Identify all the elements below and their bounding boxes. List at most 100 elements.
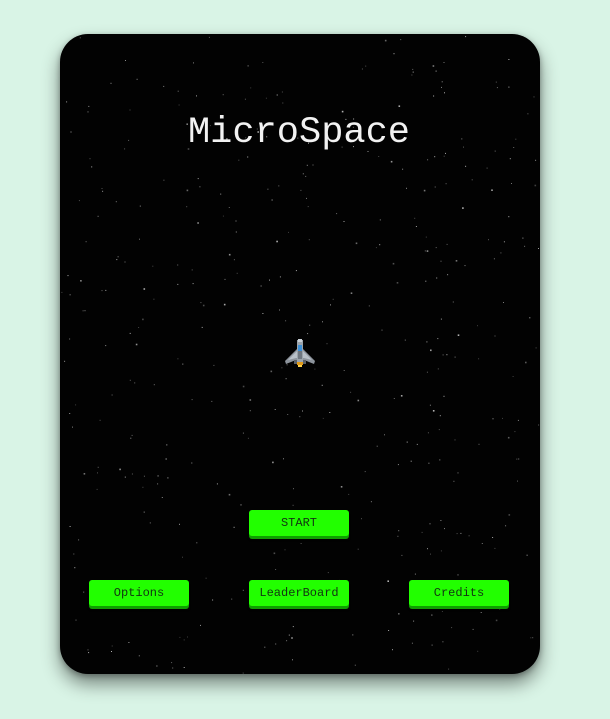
star [426, 250, 429, 252]
star [431, 614, 433, 616]
star [78, 200, 80, 202]
star [532, 637, 534, 639]
star [201, 326, 203, 328]
star [61, 291, 63, 293]
star [96, 488, 98, 490]
star [396, 282, 399, 284]
star [193, 62, 194, 64]
star [260, 285, 262, 287]
star [293, 488, 294, 490]
star [235, 220, 237, 222]
star [208, 36, 210, 38]
star [183, 639, 185, 641]
star [339, 607, 340, 609]
star [179, 636, 181, 638]
star [397, 535, 399, 537]
star [457, 472, 459, 474]
star [477, 650, 479, 652]
star [66, 101, 68, 103]
star [172, 667, 174, 669]
star [437, 368, 439, 370]
star [288, 231, 289, 233]
star [426, 341, 428, 343]
star [398, 530, 400, 532]
star [64, 360, 66, 362]
star [224, 278, 226, 280]
star [186, 206, 188, 208]
star [444, 528, 445, 530]
star [486, 167, 488, 169]
star [308, 239, 310, 241]
star [441, 86, 442, 88]
star [250, 87, 252, 89]
star [434, 156, 436, 158]
star [427, 548, 428, 550]
star [233, 259, 235, 261]
star [111, 651, 112, 652]
star [143, 475, 145, 477]
star [471, 179, 473, 181]
star [292, 659, 293, 661]
star [401, 554, 403, 556]
star [440, 520, 442, 521]
star [105, 345, 107, 347]
star [454, 356, 456, 358]
star [435, 247, 437, 249]
star [398, 105, 401, 107]
star [111, 645, 113, 647]
star [91, 166, 93, 168]
star [379, 219, 381, 221]
star [425, 280, 427, 282]
star [440, 318, 442, 320]
star [117, 256, 119, 258]
star [292, 626, 294, 628]
star [443, 155, 445, 157]
star [357, 548, 359, 550]
star [437, 338, 439, 340]
star [99, 419, 101, 421]
star [443, 62, 445, 63]
star [135, 343, 138, 346]
star [445, 183, 447, 185]
star [67, 275, 69, 277]
star [262, 62, 264, 63]
star [322, 321, 323, 323]
star [455, 260, 458, 262]
star [381, 329, 383, 331]
star [138, 655, 140, 657]
leaderboard-button[interactable]: LeaderBoard [249, 580, 349, 606]
star [130, 437, 132, 439]
star [83, 473, 86, 475]
star [493, 258, 495, 260]
star [414, 217, 416, 219]
star [427, 159, 429, 161]
star [97, 472, 98, 474]
star [411, 642, 413, 644]
star [400, 395, 403, 397]
star [429, 404, 431, 406]
star [441, 81, 443, 83]
star [413, 620, 415, 622]
star [283, 458, 284, 460]
star [177, 283, 179, 285]
star [378, 156, 380, 157]
credits-button[interactable]: Credits [409, 580, 509, 606]
star [74, 567, 76, 569]
star [166, 444, 168, 446]
star [200, 302, 202, 304]
star [177, 358, 179, 360]
star [267, 188, 269, 190]
star [488, 239, 489, 241]
star [196, 95, 197, 97]
options-button[interactable]: Options [89, 580, 189, 606]
star [197, 222, 199, 224]
star [421, 531, 423, 533]
start-button[interactable]: START [249, 510, 349, 536]
star [448, 668, 450, 670]
star [456, 533, 458, 535]
star [392, 262, 395, 265]
star [279, 276, 281, 278]
star [139, 205, 141, 207]
star [518, 458, 520, 460]
star [495, 619, 498, 622]
